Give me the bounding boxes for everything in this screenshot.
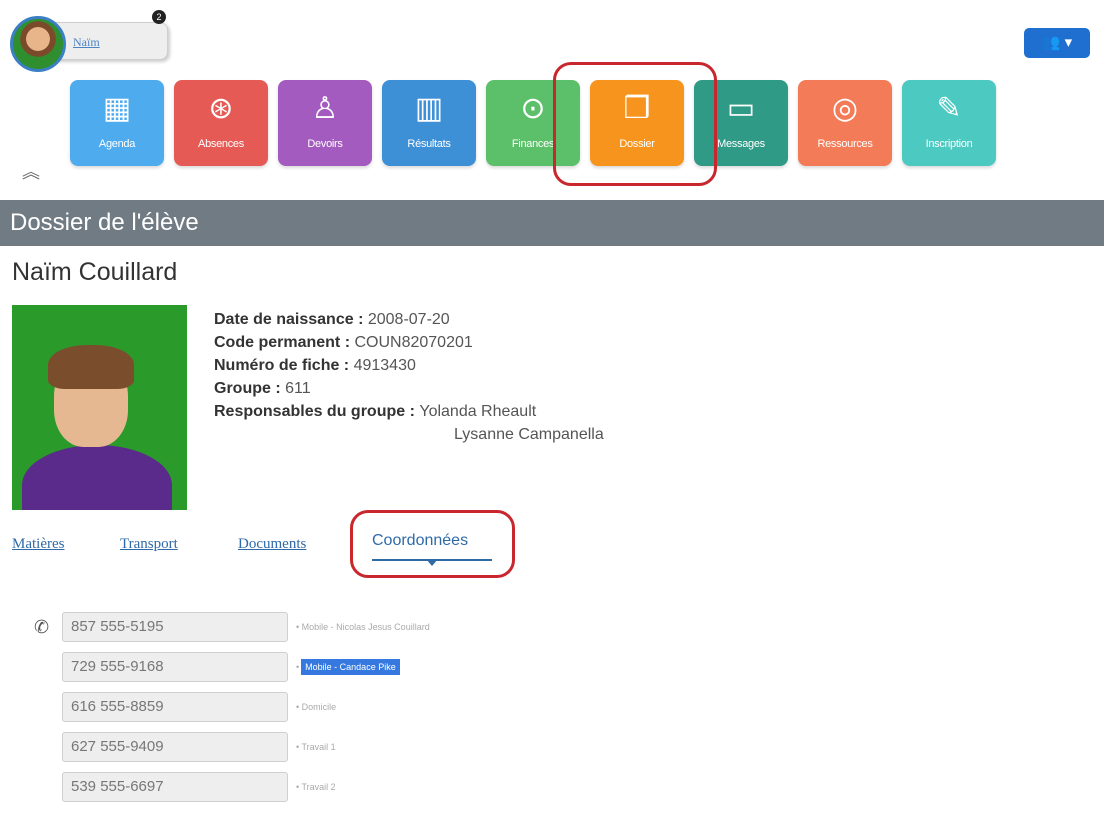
field-group: Groupe : 611 (214, 380, 311, 397)
phone-field[interactable]: 616 555-8859 (62, 692, 288, 722)
field-permanent-code: Code permanent : COUN82070201 (214, 334, 473, 351)
phone-row: 616 555-8859 • Domicile (62, 692, 336, 722)
phone-field[interactable]: 539 555-6697 (62, 772, 288, 802)
tile-inscription[interactable]: ✎ Inscription (902, 80, 996, 166)
field-file-number: Numéro de fiche : 4913430 (214, 357, 416, 374)
field-birthdate: Date de naissance : 2008-07-20 (214, 311, 450, 328)
phone-label: • Domicile (296, 702, 337, 712)
tile-label: Inscription (925, 138, 973, 150)
phone-label-selected: Mobile - Candace Pike (301, 659, 400, 675)
tile-label: Résultats (407, 138, 451, 150)
phone-field[interactable]: 627 555-9409 (62, 732, 288, 762)
phone-field[interactable]: 729 555-9168 (62, 652, 288, 682)
absences-icon: ⊛ (208, 92, 234, 125)
tile-agenda[interactable]: ▦ Agenda (70, 80, 164, 166)
field-extra-responsible: Lysanne Campanella (454, 426, 604, 443)
tab-matieres[interactable]: Matières (12, 536, 64, 553)
group-menu-button[interactable]: 👥 ▾ (1024, 28, 1090, 58)
phone-label: • Mobile - Nicolas Jesus Couillard (296, 622, 430, 632)
student-photo (12, 305, 187, 510)
resources-icon: ◎ (831, 92, 859, 125)
tile-absences[interactable]: ⊛ Absences (174, 80, 268, 166)
phone-label: • Travail 2 (296, 782, 336, 792)
phone-icon: ✆ (34, 617, 50, 637)
devoirs-icon: ♙ (311, 92, 339, 125)
tab-documents[interactable]: Documents (238, 536, 306, 553)
tile-label: Agenda (98, 138, 136, 150)
tab-transport[interactable]: Transport (120, 536, 178, 553)
phone-label: • Travail 1 (296, 742, 336, 752)
notification-badge[interactable]: 2 (152, 10, 166, 24)
tile-label: Ressources (817, 138, 873, 150)
chart-icon: ▥ (414, 92, 444, 125)
student-name: Naïm Couillard (12, 258, 178, 286)
tile-devoirs[interactable]: ♙ Devoirs (278, 80, 372, 166)
phone-row: 627 555-9409 • Travail 1 (62, 732, 336, 762)
phone-row: 729 555-9168 • Mobile - Candace Pike (62, 652, 400, 682)
user-name-tab[interactable]: Naïm (50, 22, 168, 60)
avatar[interactable] (10, 16, 66, 72)
tile-label: Devoirs (307, 138, 343, 150)
calendar-icon: ▦ (102, 92, 132, 125)
tile-resultats[interactable]: ▥ Résultats (382, 80, 476, 166)
phone-field[interactable]: 857 555-5195 (62, 612, 288, 642)
tile-ressources[interactable]: ◎ Ressources (798, 80, 892, 166)
page-title: Dossier de l'élève (0, 200, 1104, 246)
group-icon: 👥 ▾ (1041, 34, 1073, 51)
collapse-chevron-icon[interactable]: ︽ (22, 158, 40, 184)
user-name-link[interactable]: Naïm (73, 35, 100, 49)
phone-row: 539 555-6697 • Travail 2 (62, 772, 336, 802)
phone-row: 857 555-5195 • Mobile - Nicolas Jesus Cou… (62, 612, 430, 642)
tile-label: Absences (198, 138, 244, 150)
student-info: Date de naissance : 2008-07-20 Code perm… (214, 308, 604, 446)
inscription-icon: ✎ (936, 92, 962, 125)
field-group-responsibles: Responsables du groupe : Yolanda Rheault (214, 403, 537, 420)
highlight-coordonnees-tab (350, 510, 515, 578)
highlight-dossier-tile (553, 62, 717, 186)
